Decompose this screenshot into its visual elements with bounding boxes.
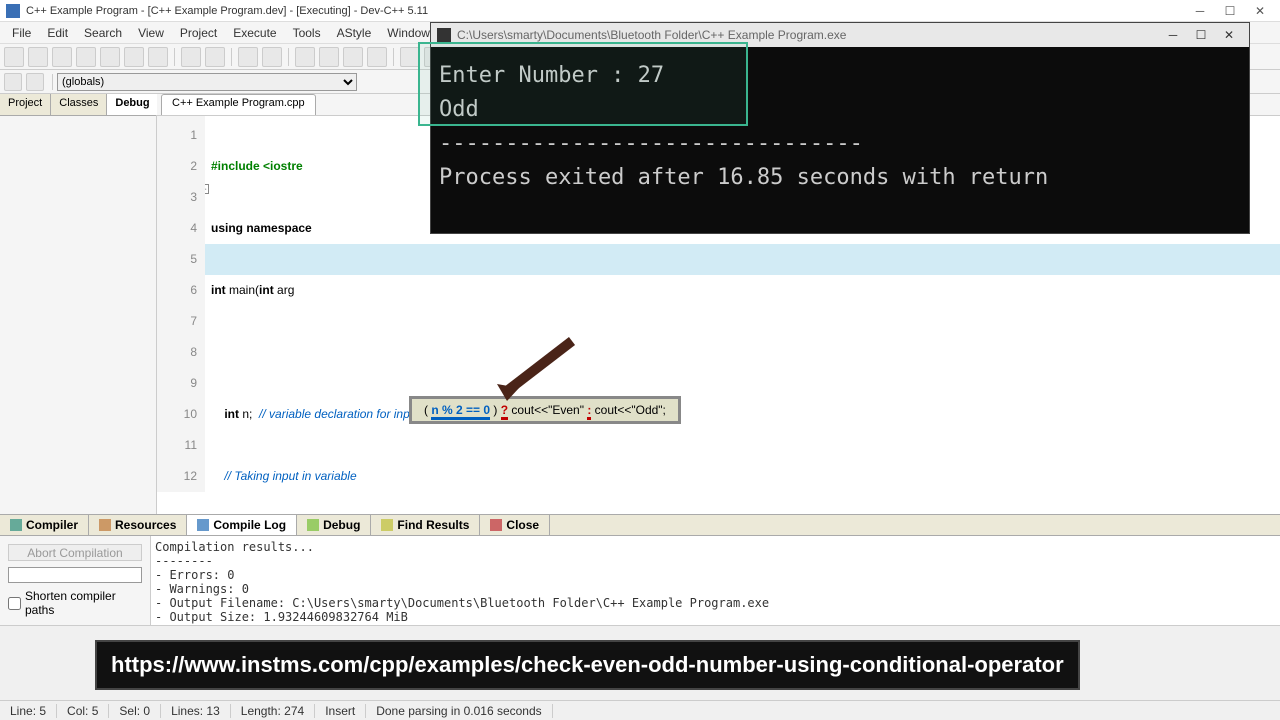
close-icon[interactable] [124, 47, 144, 67]
debug-icon[interactable] [400, 47, 420, 67]
annotation-arrow [487, 336, 587, 401]
console-minimize[interactable]: ─ [1159, 28, 1187, 42]
status-sel: Sel: 0 [109, 704, 161, 718]
tab-resources[interactable]: Resources [89, 515, 187, 535]
line-gutter: 123456789101112 [157, 116, 205, 492]
minimize-button[interactable]: ─ [1186, 2, 1214, 20]
tab-debug-out[interactable]: Debug [297, 515, 371, 535]
saveas-icon[interactable] [100, 47, 120, 67]
app-icon [6, 4, 20, 18]
back-icon[interactable] [4, 73, 22, 91]
find-icon[interactable] [238, 47, 258, 67]
new-icon[interactable] [4, 47, 24, 67]
window-title: C++ Example Program - [C++ Example Progr… [26, 5, 1186, 17]
tab-close-output[interactable]: Close [480, 515, 550, 535]
tab-compile-log[interactable]: Compile Log [187, 515, 297, 535]
window-titlebar: C++ Example Program - [C++ Example Progr… [0, 0, 1280, 22]
editor-tab[interactable]: C++ Example Program.cpp [161, 94, 316, 115]
status-length: Length: 274 [231, 704, 315, 718]
tab-find-results[interactable]: Find Results [371, 515, 480, 535]
menu-file[interactable]: File [4, 26, 39, 40]
tab-debug[interactable]: Debug [107, 94, 158, 115]
abort-button[interactable]: Abort Compilation [8, 544, 142, 561]
console-output: Enter Number : 27 Odd ------------------… [431, 47, 1249, 233]
menu-project[interactable]: Project [172, 26, 225, 40]
maximize-button[interactable]: ☐ [1216, 2, 1244, 20]
console-titlebar[interactable]: C:\Users\smarty\Documents\Bluetooth Fold… [431, 23, 1249, 47]
console-close[interactable]: ✕ [1215, 28, 1243, 42]
status-col: Col: 5 [57, 704, 109, 718]
compile-icon[interactable] [295, 47, 315, 67]
tab-classes[interactable]: Classes [51, 94, 107, 115]
menu-search[interactable]: Search [76, 26, 130, 40]
save-icon[interactable] [52, 47, 72, 67]
menu-astyle[interactable]: AStyle [329, 26, 380, 40]
undo-icon[interactable] [181, 47, 201, 67]
compile-log-text: Compilation results... -------- - Errors… [150, 536, 1280, 625]
scope-select[interactable]: (globals) [57, 73, 357, 91]
status-lines: Lines: 13 [161, 704, 231, 718]
side-panel: Project Classes Debug [0, 94, 157, 514]
url-overlay: https://www.instms.com/cpp/examples/chec… [95, 640, 1080, 690]
console-icon [437, 28, 451, 42]
output-panel: Abort Compilation Shorten compiler paths… [0, 536, 1280, 626]
print-icon[interactable] [148, 47, 168, 67]
console-maximize[interactable]: ☐ [1187, 28, 1215, 42]
replace-icon[interactable] [262, 47, 282, 67]
menu-edit[interactable]: Edit [39, 26, 76, 40]
highlighted-expression: ( n % 2 == 0 ) ? cout<<"Even" : cout<<"O… [409, 396, 681, 424]
shorten-paths-checkbox[interactable]: Shorten compiler paths [8, 589, 142, 617]
console-title: C:\Users\smarty\Documents\Bluetooth Fold… [457, 28, 846, 42]
forward-icon[interactable] [26, 73, 44, 91]
filter-input[interactable] [8, 567, 142, 583]
close-button[interactable]: ✕ [1246, 2, 1274, 20]
run-icon[interactable] [319, 47, 339, 67]
console-window: C:\Users\smarty\Documents\Bluetooth Fold… [430, 22, 1250, 234]
open-icon[interactable] [28, 47, 48, 67]
status-line: Line: 5 [0, 704, 57, 718]
tab-compiler[interactable]: Compiler [0, 515, 89, 535]
status-bar: Line: 5 Col: 5 Sel: 0 Lines: 13 Length: … [0, 700, 1280, 720]
menu-tools[interactable]: Tools [285, 26, 329, 40]
status-parse: Done parsing in 0.016 seconds [366, 704, 552, 718]
output-tabs: Compiler Resources Compile Log Debug Fin… [0, 514, 1280, 536]
menu-execute[interactable]: Execute [225, 26, 284, 40]
tab-project[interactable]: Project [0, 94, 51, 115]
compile-run-icon[interactable] [343, 47, 363, 67]
rebuild-icon[interactable] [367, 47, 387, 67]
status-mode: Insert [315, 704, 366, 718]
menu-view[interactable]: View [130, 26, 172, 40]
code-body: #include <iostre using namespace int mai… [211, 120, 420, 514]
saveall-icon[interactable] [76, 47, 96, 67]
redo-icon[interactable] [205, 47, 225, 67]
